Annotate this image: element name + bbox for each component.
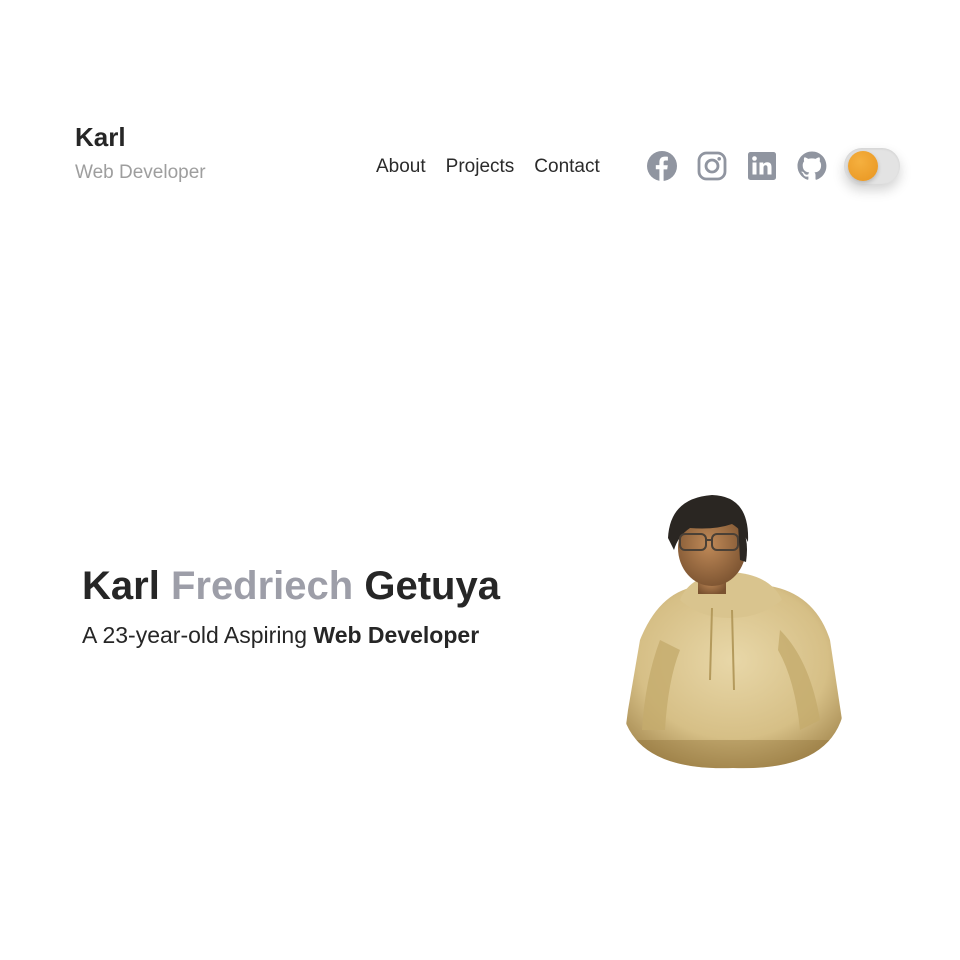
profile-photo [620, 490, 846, 772]
social-links [646, 150, 828, 182]
linkedin-icon[interactable] [746, 150, 778, 182]
main-nav: About Projects Contact [376, 154, 600, 180]
brand-name: Karl [75, 122, 126, 152]
hero-name-first: Karl [82, 564, 160, 608]
hero-tagline: A 23-year-old Aspiring Web Developer [82, 620, 479, 650]
nav-link-about[interactable]: About [376, 154, 426, 180]
github-icon[interactable] [796, 150, 828, 182]
toggle-knob [848, 151, 878, 181]
instagram-icon[interactable] [696, 150, 728, 182]
brand[interactable]: Karl Web Developer [75, 120, 206, 186]
theme-toggle[interactable] [844, 148, 900, 184]
brand-subtitle: Web Developer [75, 162, 206, 183]
nav-link-contact[interactable]: Contact [534, 154, 599, 180]
facebook-icon[interactable] [646, 150, 678, 182]
nav-link-projects[interactable]: Projects [446, 154, 515, 180]
hero-name-last: Getuya [364, 564, 500, 608]
hero-name-middle: Fredriech [170, 564, 354, 608]
page: Karl Web Developer About Projects Contac… [0, 0, 960, 960]
tagline-role: Web Developer [313, 622, 480, 648]
hero-title: Karl Fredriech Getuya [82, 561, 500, 611]
tagline-prefix: A 23-year-old Aspiring [82, 622, 308, 648]
